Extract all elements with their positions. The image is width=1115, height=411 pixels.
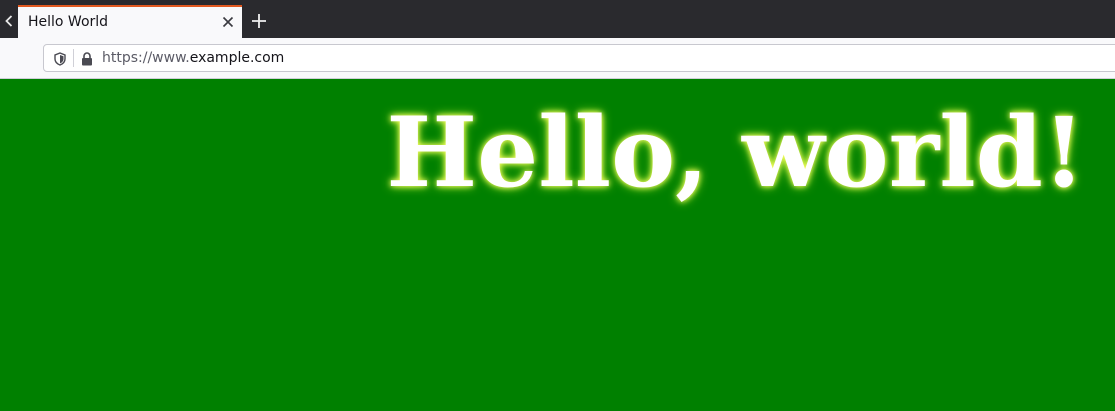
url-text[interactable]: https://www.example.com <box>102 45 284 71</box>
url-divider <box>73 49 74 67</box>
url-scheme: https://www. <box>102 50 190 66</box>
close-icon <box>222 16 234 28</box>
navigation-toolbar: https://www.example.com <box>0 38 1115 79</box>
page-content: Hello, world! <box>0 79 1115 411</box>
tab-scroll-left-button[interactable] <box>0 5 18 38</box>
chevron-left-icon <box>5 15 13 27</box>
tab-hello-world[interactable]: Hello World <box>18 5 242 38</box>
tab-close-button[interactable] <box>220 14 236 30</box>
browser-window: Hello World https://www.example.com Hell… <box>0 0 1115 411</box>
page-heading: Hello, world! <box>386 96 1085 209</box>
shield-icon <box>54 52 66 66</box>
lock-icon <box>82 52 92 66</box>
address-bar[interactable]: https://www.example.com <box>43 44 1115 72</box>
new-tab-button[interactable] <box>250 12 268 30</box>
site-security-button[interactable] <box>81 51 93 66</box>
plus-icon <box>252 14 266 28</box>
tab-strip: Hello World <box>0 0 1115 38</box>
tab-title: Hello World <box>28 14 109 30</box>
tracking-protection-button[interactable] <box>53 51 67 66</box>
url-host: example.com <box>189 50 285 66</box>
